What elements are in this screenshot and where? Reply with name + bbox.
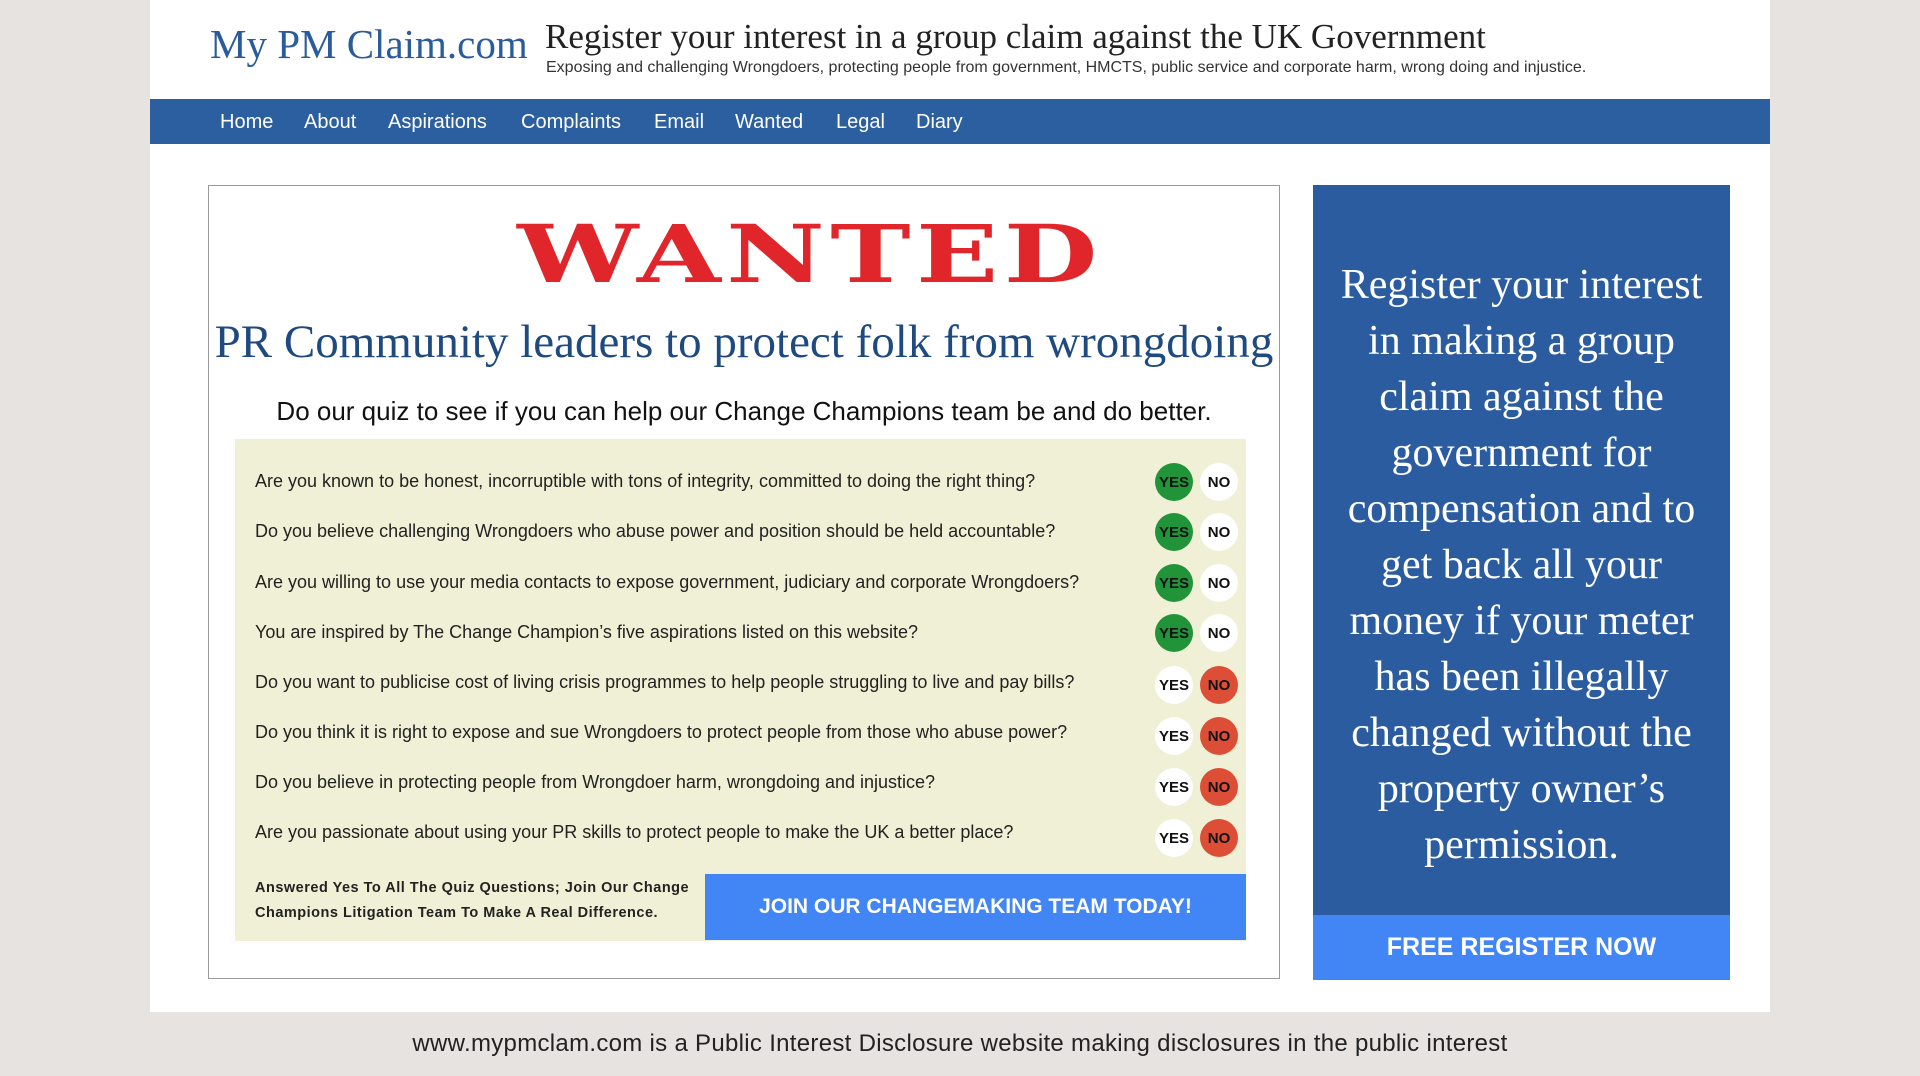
yes-button[interactable]: YES xyxy=(1155,614,1193,652)
no-button[interactable]: NO xyxy=(1200,513,1238,551)
free-register-button[interactable]: FREE REGISTER NOW xyxy=(1313,915,1730,980)
question-text: Do you think it is right to expose and s… xyxy=(255,722,1068,742)
no-button[interactable]: NO xyxy=(1200,768,1238,806)
site-tagline: Exposing and challenging Wrongdoers, pro… xyxy=(546,59,1587,76)
site-footer: www.mypmclam.com is a Public Interest Di… xyxy=(412,1030,1508,1057)
nav-legal[interactable]: Legal xyxy=(836,111,885,134)
nav-diary[interactable]: Diary xyxy=(916,111,963,134)
yes-button[interactable]: YES xyxy=(1155,666,1193,704)
quiz-footer-line: Champions Litigation Team To Make A Real… xyxy=(255,905,659,921)
yes-button[interactable]: YES xyxy=(1155,819,1193,857)
register-panel: Register your interest in making a group… xyxy=(1313,185,1730,980)
nav-complaints[interactable]: Complaints xyxy=(521,111,621,134)
wanted-subheading: PR Community leaders to protect folk fro… xyxy=(214,316,1274,368)
yes-button[interactable]: YES xyxy=(1155,513,1193,551)
yes-button[interactable]: YES xyxy=(1155,768,1193,806)
no-button[interactable]: NO xyxy=(1200,717,1238,755)
question-text: Do you believe challenging Wrongdoers wh… xyxy=(255,521,1056,541)
quiz-intro: Do our quiz to see if you can help our C… xyxy=(276,396,1212,426)
nav-wanted[interactable]: Wanted xyxy=(735,111,803,134)
question-text: You are inspired by The Change Champion’… xyxy=(255,622,919,642)
no-button[interactable]: NO xyxy=(1200,614,1238,652)
quiz-box: Are you known to be honest, incorruptibl… xyxy=(235,439,1246,941)
question-text: Are you known to be honest, incorruptibl… xyxy=(255,471,1036,491)
no-button[interactable]: NO xyxy=(1200,564,1238,602)
quiz-question: Do you believe challenging Wrongdoers wh… xyxy=(235,509,1246,551)
no-button[interactable]: NO xyxy=(1200,819,1238,857)
yes-button[interactable]: YES xyxy=(1155,564,1193,602)
quiz-question: Do you think it is right to expose and s… xyxy=(235,710,1246,755)
quiz-question: Are you known to be honest, incorruptibl… xyxy=(235,459,1246,501)
quiz-footer-text: Answered Yes To All The Quiz Questions; … xyxy=(255,876,695,926)
nav-home[interactable]: Home xyxy=(220,111,273,134)
nav-aspirations[interactable]: Aspirations xyxy=(388,111,487,134)
quiz-question: Do you believe in protecting people from… xyxy=(235,760,1246,806)
question-text: Do you want to publicise cost of living … xyxy=(255,672,1075,692)
question-text: Are you willing to use your media contac… xyxy=(255,572,1080,592)
site-logo[interactable]: My PM Claim.com xyxy=(210,20,528,68)
no-button[interactable]: NO xyxy=(1200,666,1238,704)
quiz-question: You are inspired by The Change Champion’… xyxy=(235,610,1246,652)
quiz-question: Do you want to publicise cost of living … xyxy=(235,660,1246,704)
nav-about[interactable]: About xyxy=(304,111,356,134)
no-button[interactable]: NO xyxy=(1200,463,1238,501)
join-team-button[interactable]: JOIN OUR CHANGEMAKING TEAM TODAY! xyxy=(705,874,1246,940)
quiz-question: Are you willing to use your media contac… xyxy=(235,560,1246,602)
nav-email[interactable]: Email xyxy=(654,111,704,134)
register-panel-text: Register your interest in making a group… xyxy=(1340,262,1703,868)
site-title: Register your interest in a group claim … xyxy=(545,17,1486,56)
yes-button[interactable]: YES xyxy=(1155,463,1193,501)
main-nav: Home About Aspirations Complaints Email … xyxy=(150,99,1770,144)
question-text: Are you passionate about using your PR s… xyxy=(255,822,1014,842)
quiz-footer-line: Answered Yes To All The Quiz Questions; … xyxy=(255,880,690,896)
question-text: Do you believe in protecting people from… xyxy=(255,772,936,792)
quiz-question: Are you passionate about using your PR s… xyxy=(235,810,1246,857)
yes-button[interactable]: YES xyxy=(1155,717,1193,755)
